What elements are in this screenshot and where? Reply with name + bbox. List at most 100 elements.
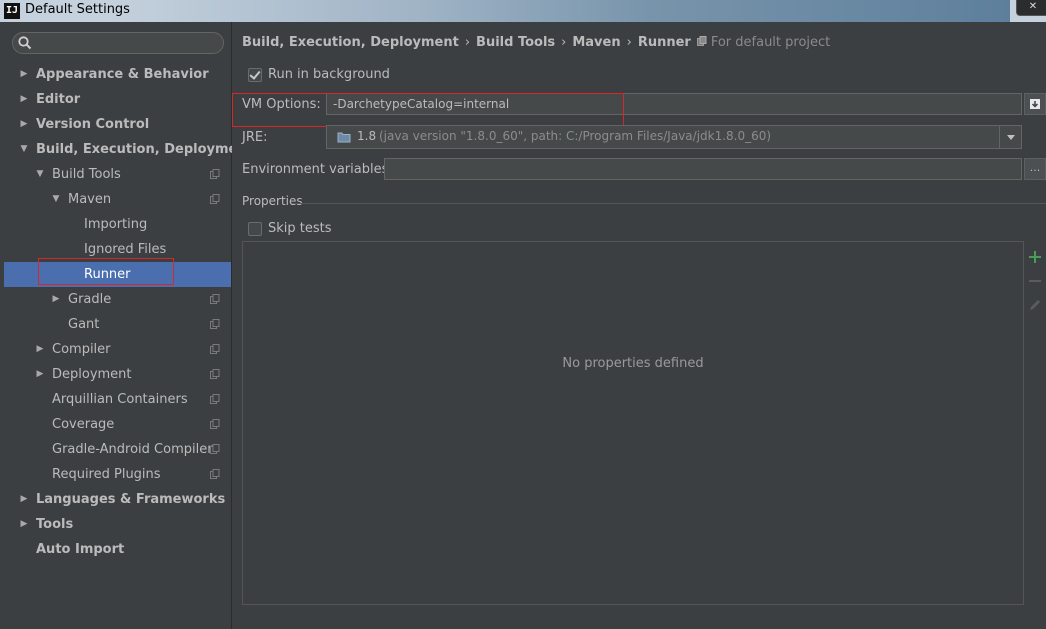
search-icon [18,36,32,50]
sidebar-item[interactable]: ▼ Maven [4,187,231,212]
sidebar-item[interactable]: ▼ Build Tools [4,162,231,187]
collapsed-arrow-icon[interactable]: ▶ [34,337,46,362]
project-settings-copy-icon [210,169,220,179]
project-settings-copy-icon [210,319,220,329]
sidebar-item[interactable]: Auto Import [4,537,231,562]
expanded-arrow-icon[interactable]: ▼ [18,137,30,162]
default-project-icon [696,36,707,46]
sidebar-item-label: Gradle [68,292,112,307]
vm-options-expand-button[interactable] [1024,93,1046,115]
sidebar-item-label: Coverage [52,417,115,432]
jre-label: JRE: [242,130,268,145]
sidebar-item-label: Auto Import [36,542,125,557]
runner-highlight-box [38,258,174,285]
sidebar-item-label: Compiler [52,342,111,357]
vm-options-highlight-box [232,93,624,127]
sidebar-item[interactable]: ▶ Editor [4,87,231,112]
sidebar-item[interactable]: ▶ Deployment [4,362,231,387]
sidebar-item[interactable]: Gradle-Android Compiler [4,437,231,462]
edit-property-icon[interactable] [1028,298,1042,312]
sidebar-item-label: Gant [68,317,100,332]
sidebar-item[interactable]: Arquillian Containers [4,387,231,412]
jre-dropdown-arrow[interactable] [999,126,1022,148]
sidebar-item-label: Gradle-Android Compiler [52,442,213,457]
sidebar-item-label: Build Tools [52,167,121,182]
environment-variables-input[interactable] [384,158,1022,180]
collapsed-arrow-icon[interactable]: ▶ [18,112,30,137]
default-project-label: For default project [710,35,831,50]
window-title: Default Settings [25,2,130,17]
project-settings-copy-icon [210,419,220,429]
breadcrumb-build-execution-deployment[interactable]: Build, Execution, Deployment [242,35,459,50]
title-bar-background [110,0,1010,22]
environment-variables-label: Environment variables: [242,162,393,177]
properties-toolbar [1024,241,1046,603]
sidebar-item-label: Required Plugins [52,467,161,482]
sidebar-item-label: Editor [36,92,81,107]
run-in-background-label[interactable]: Run in background [268,67,390,82]
breadcrumb-separator: › [561,35,567,50]
properties-section-title: Properties [242,194,303,208]
sidebar-item-label: Importing [84,217,148,232]
breadcrumb-maven[interactable]: Maven [572,35,620,50]
intellij-app-icon: IJ [4,3,20,19]
project-settings-copy-icon [210,194,220,204]
sidebar-item[interactable]: Coverage [4,412,231,437]
collapsed-arrow-icon[interactable]: ▶ [18,87,30,112]
jre-select[interactable]: 1.8 (java version "1.8.0_60", path: C:/P… [326,125,1022,149]
sidebar-item[interactable]: ▶ Languages & Frameworks [4,487,231,512]
sidebar-item[interactable]: ▶ Version Control [4,112,231,137]
jre-detail: (java version "1.8.0_60", path: C:/Progr… [379,129,772,143]
sidebar-item[interactable]: ▼ Build, Execution, Deployment [4,137,253,162]
window-close-button[interactable]: ✕ [1016,0,1046,16]
project-settings-copy-icon [210,294,220,304]
expanded-arrow-icon[interactable]: ▼ [50,187,62,212]
sidebar-item-label: Arquillian Containers [52,392,188,407]
sidebar-item[interactable]: ▶ Appearance & Behavior [4,62,231,87]
collapsed-arrow-icon[interactable]: ▶ [18,62,30,87]
sidebar-item-label: Tools [36,517,74,532]
skip-tests-label[interactable]: Skip tests [268,221,332,236]
expand-icon [1030,99,1040,109]
sidebar-item[interactable]: ▶ Compiler [4,337,231,362]
settings-search-input[interactable] [12,32,224,54]
add-property-icon[interactable] [1028,250,1042,264]
breadcrumb-separator: › [464,35,471,50]
folder-icon [337,132,351,143]
sidebar-item-label: Version Control [36,117,150,132]
breadcrumb-runner: Runner [637,35,691,50]
properties-separator [292,203,1046,204]
collapsed-arrow-icon[interactable]: ▶ [50,287,62,312]
properties-table[interactable]: No properties defined [242,241,1024,605]
project-settings-copy-icon [210,444,220,454]
settings-sidebar: ▶ Appearance & Behavior ▶ Editor ▶ Version Co… [0,22,253,629]
collapsed-arrow-icon[interactable]: ▶ [18,487,30,512]
remove-property-icon[interactable] [1028,274,1042,288]
no-properties-text: No properties defined [562,356,704,371]
run-in-background-checkbox[interactable] [248,68,262,82]
sidebar-item-label: Languages & Frameworks [36,492,226,507]
default-project-note: For default project [696,35,831,50]
project-settings-copy-icon [210,394,220,404]
breadcrumb-separator: › [626,35,632,50]
sidebar-item[interactable]: ▶ Gradle [4,287,231,312]
sidebar-item-label: Build, Execution, Deployment [36,142,253,157]
sidebar-item[interactable]: Importing [4,212,231,237]
environment-variables-browse-button[interactable]: ... [1024,158,1046,180]
sidebar-item[interactable]: Required Plugins [4,462,231,487]
project-settings-copy-icon [210,469,220,479]
jre-version: 1.8 [357,129,377,143]
collapsed-arrow-icon[interactable]: ▶ [34,362,46,387]
sidebar-item[interactable]: Gant [4,312,231,337]
expanded-arrow-icon[interactable]: ▼ [34,162,46,187]
chevron-down-icon [1007,135,1015,140]
collapsed-arrow-icon[interactable]: ▶ [18,512,30,537]
breadcrumb-build-tools[interactable]: Build Tools [476,35,555,50]
skip-tests-checkbox[interactable] [248,222,262,236]
project-settings-copy-icon [210,344,220,354]
sidebar-item-label: Deployment [52,367,132,382]
runner-settings-panel: Build, Execution, Deployment › Build Tools… [232,22,1046,629]
project-settings-copy-icon [210,369,220,379]
breadcrumb: Build, Execution, Deployment › Build Tools… [242,35,830,50]
sidebar-item[interactable]: ▶ Tools [4,512,231,537]
